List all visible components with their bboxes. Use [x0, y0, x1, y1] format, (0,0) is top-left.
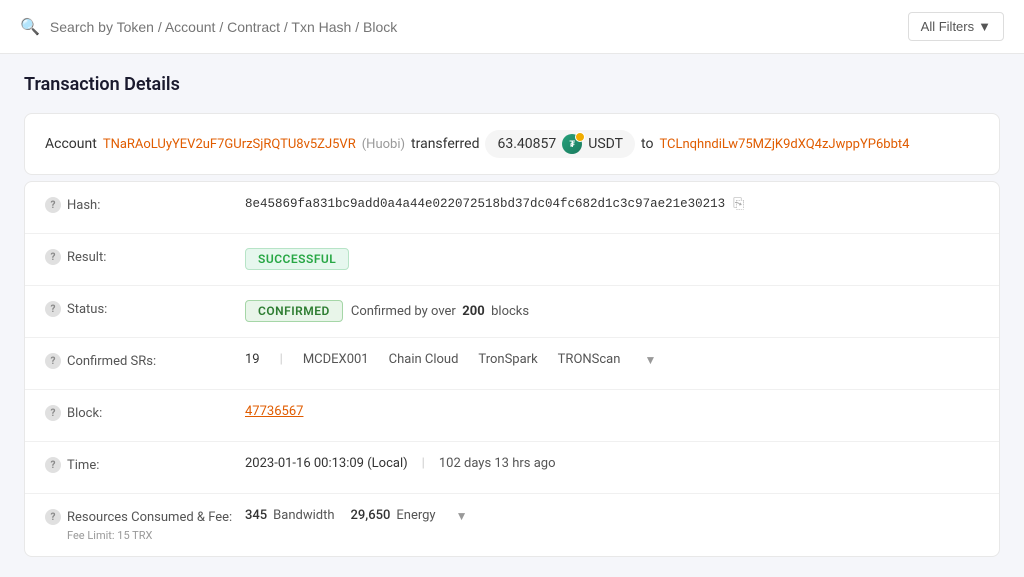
- energy-item: 29,650 Energy: [351, 508, 436, 523]
- energy-label: Energy: [396, 508, 435, 523]
- to-account-link[interactable]: TCLnqhndiLw75MZjK9dXQ4zJwppYP6bbt4: [659, 137, 909, 152]
- result-help-icon[interactable]: ?: [45, 249, 61, 265]
- bandwidth-item: 345 Bandwidth: [245, 508, 335, 523]
- time-row: ? Time: 2023-01-16 00:13:09 (Local) | 10…: [25, 442, 999, 494]
- block-help-icon[interactable]: ?: [45, 405, 61, 421]
- bandwidth-num: 345: [245, 508, 267, 523]
- sr-name-4: TRONScan: [558, 352, 621, 367]
- status-value-col: CONFIRMED Confirmed by over 200 blocks: [245, 300, 979, 322]
- status-blocks: 200: [462, 304, 484, 319]
- usdt-icon: ₮: [562, 134, 582, 154]
- time-label: Time:: [67, 458, 99, 473]
- search-input[interactable]: [50, 19, 880, 35]
- transfer-prefix: Account: [45, 136, 97, 152]
- result-label: Result:: [67, 250, 106, 265]
- hash-row: ? Hash: 8e45869fa831bc9add0a4a44e0220725…: [25, 182, 999, 234]
- copy-icon[interactable]: ⎘: [733, 196, 744, 212]
- hash-help-icon[interactable]: ?: [45, 197, 61, 213]
- page-title: Transaction Details: [24, 74, 1000, 95]
- time-value-col: 2023-01-16 00:13:09 (Local) | 102 days 1…: [245, 456, 979, 471]
- filter-label: All Filters: [921, 19, 974, 34]
- search-bar: 🔍: [20, 17, 880, 36]
- confirmed-srs-label-col: ? Confirmed SRs:: [45, 352, 245, 369]
- status-help-icon[interactable]: ?: [45, 301, 61, 317]
- amount-box: 63.40857 ₮ USDT: [485, 130, 635, 158]
- status-label: Status:: [67, 302, 107, 317]
- resources-value-col: 345 Bandwidth 29,650 Energy ▼: [245, 508, 979, 523]
- confirmed-srs-label: Confirmed SRs:: [67, 354, 156, 369]
- header: 🔍 All Filters ▼: [0, 0, 1024, 54]
- result-label-col: ? Result:: [45, 248, 245, 265]
- status-row: ? Status: CONFIRMED Confirmed by over 20…: [25, 286, 999, 338]
- chevron-down-icon: ▼: [978, 19, 991, 34]
- result-value-col: SUCCESSFUL: [245, 248, 979, 270]
- hash-value-col: 8e45869fa831bc9add0a4a44e022072518bd37dc…: [245, 196, 979, 212]
- energy-num: 29,650: [351, 508, 391, 523]
- confirmed-srs-help-icon[interactable]: ?: [45, 353, 61, 369]
- hash-text: 8e45869fa831bc9add0a4a44e022072518bd37dc…: [245, 197, 725, 211]
- sr-dropdown-arrow[interactable]: ▼: [644, 353, 656, 367]
- confirmed-srs-row: ? Confirmed SRs: 19 | MCDEX001 Chain Clo…: [25, 338, 999, 390]
- sr-name-3: TronSpark: [478, 352, 537, 367]
- fee-limit-note: Fee Limit: 15 TRX: [67, 529, 152, 542]
- transfer-verb: transferred: [411, 136, 479, 152]
- from-account-link[interactable]: TNaRAoLUyYEV2uF7GUrzSjRQTU8v5ZJ5VR: [103, 137, 356, 152]
- resources-row: ? Resources Consumed & Fee: Fee Limit: 1…: [25, 494, 999, 556]
- transfer-amount: 63.40857: [497, 136, 556, 152]
- from-account-label: (Huobi): [362, 137, 405, 152]
- details-card: ? Hash: 8e45869fa831bc9add0a4a44e0220725…: [24, 181, 1000, 557]
- time-ago: 102 days 13 hrs ago: [439, 456, 556, 471]
- status-badge: CONFIRMED: [245, 300, 343, 322]
- time-separator: |: [422, 456, 425, 471]
- status-label-col: ? Status:: [45, 300, 245, 317]
- transfer-summary: Account TNaRAoLUyYEV2uF7GUrzSjRQTU8v5ZJ5…: [24, 113, 1000, 175]
- time-local: 2023-01-16 00:13:09 (Local): [245, 456, 408, 471]
- all-filters-button[interactable]: All Filters ▼: [908, 12, 1004, 41]
- result-row: ? Result: SUCCESSFUL: [25, 234, 999, 286]
- sr-count: 19: [245, 352, 260, 367]
- block-value-link[interactable]: 47736567: [245, 404, 303, 419]
- block-value-col: 47736567: [245, 404, 979, 419]
- sr-name-1: MCDEX001: [303, 352, 369, 367]
- block-label: Block:: [67, 406, 102, 421]
- resources-label: Resources Consumed & Fee:: [67, 510, 232, 525]
- status-description: Confirmed by over 200 blocks: [351, 304, 529, 319]
- result-badge: SUCCESSFUL: [245, 248, 349, 270]
- confirmed-srs-value-col: 19 | MCDEX001 Chain Cloud TronSpark TRON…: [245, 352, 979, 367]
- resources-label-col: ? Resources Consumed & Fee: Fee Limit: 1…: [45, 508, 245, 542]
- sr-divider-1: |: [280, 352, 283, 367]
- hash-label: Hash:: [67, 198, 100, 213]
- token-name: USDT: [588, 136, 623, 152]
- resources-help-icon[interactable]: ?: [45, 509, 61, 525]
- search-icon: 🔍: [20, 17, 40, 36]
- block-label-col: ? Block:: [45, 404, 245, 421]
- time-help-icon[interactable]: ?: [45, 457, 61, 473]
- time-label-col: ? Time:: [45, 456, 245, 473]
- sr-items: 19 | MCDEX001 Chain Cloud TronSpark TRON…: [245, 352, 656, 367]
- bandwidth-label: Bandwidth: [273, 508, 334, 523]
- main-content: Transaction Details Account TNaRAoLUyYEV…: [0, 54, 1024, 577]
- transfer-to-word: to: [641, 136, 653, 152]
- resource-items: 345 Bandwidth 29,650 Energy ▼: [245, 508, 467, 523]
- resources-dropdown-arrow[interactable]: ▼: [456, 509, 468, 523]
- block-row: ? Block: 47736567: [25, 390, 999, 442]
- sr-name-2: Chain Cloud: [389, 352, 459, 367]
- hash-label-col: ? Hash:: [45, 196, 245, 213]
